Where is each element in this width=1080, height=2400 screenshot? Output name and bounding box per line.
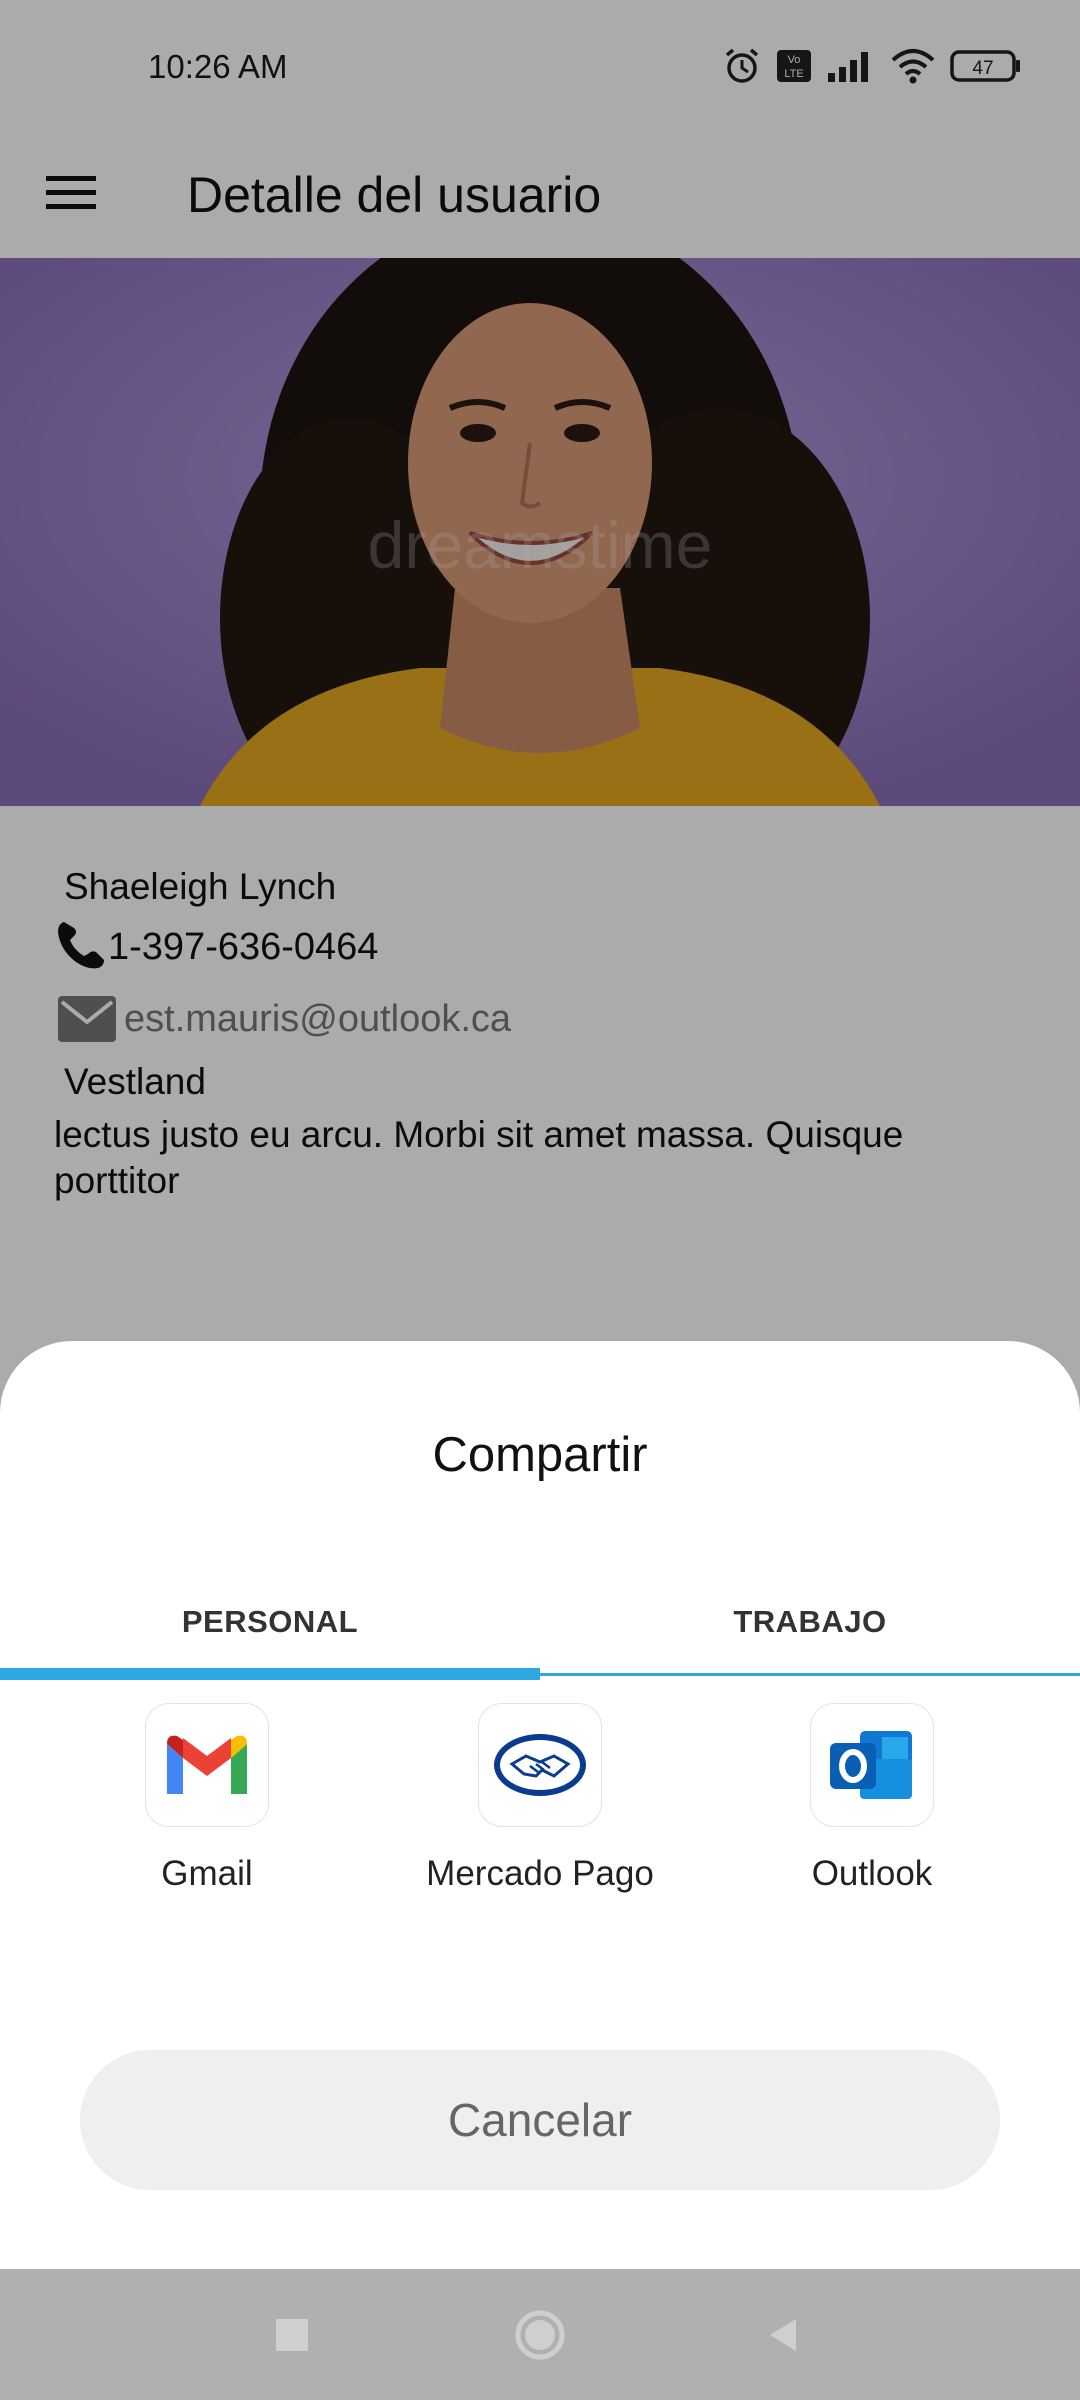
system-nav-bar [0, 2269, 1080, 2400]
share-app-gmail[interactable]: Gmail [87, 1703, 327, 1895]
mercado-pago-icon [478, 1703, 602, 1827]
tab-personal[interactable]: PERSONAL [0, 1577, 540, 1667]
share-app-label: Mercado Pago [426, 1854, 654, 1893]
back-triangle-icon [770, 2318, 796, 2351]
share-app-grid: Gmail Mercado Pago Outlook [0, 1703, 1080, 1963]
home-button[interactable] [480, 2269, 600, 2400]
gmail-icon [145, 1703, 269, 1827]
share-sheet-title: Compartir [432, 1428, 648, 1482]
back-button[interactable] [724, 2269, 844, 2400]
share-app-label: Outlook [811, 1854, 933, 1893]
share-tabs: PERSONAL TRABAJO [0, 1577, 1080, 1680]
share-app-outlook[interactable]: Outlook [752, 1703, 992, 1895]
share-app-label: Gmail [161, 1854, 253, 1893]
cancel-button[interactable]: Cancelar [80, 2050, 1000, 2190]
recents-square-icon [276, 2318, 308, 2351]
tab-selected-indicator [0, 1668, 540, 1680]
tab-trabajo[interactable]: TRABAJO [540, 1577, 1080, 1667]
share-bottom-sheet: Compartir PERSONAL TRABAJO Gmail Mercado… [0, 1341, 1080, 2269]
home-circle-icon [515, 2310, 565, 2359]
recents-button[interactable] [232, 2269, 352, 2400]
outlook-icon [810, 1703, 934, 1827]
share-app-mercado-pago[interactable]: Mercado Pago [420, 1703, 660, 1895]
